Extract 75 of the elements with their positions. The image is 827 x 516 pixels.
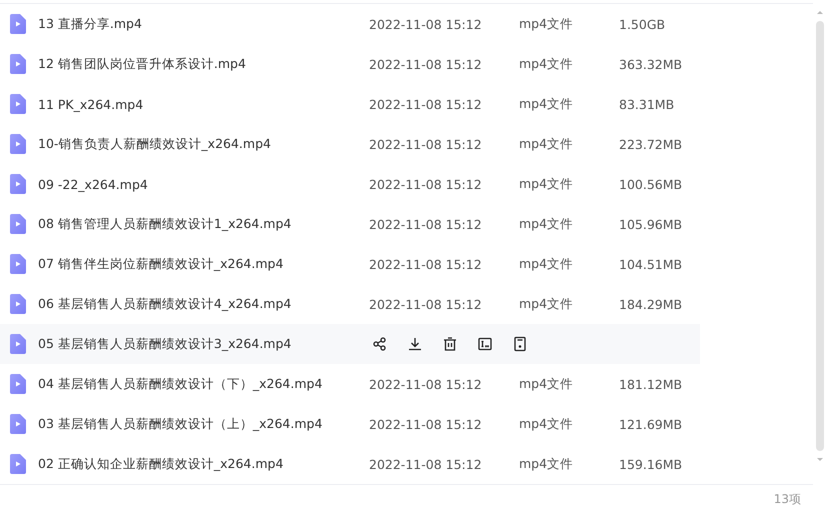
file-row[interactable]: 04 基层销售人员薪酬绩效设计（下）_x264.mp4 2022-11-08 15:12 mp4文件 181.12MB	[0, 364, 700, 404]
modified-date: 2022-11-08 15:12	[369, 376, 483, 392]
file-row[interactable]: 06 基层销售人员薪酬绩效设计4_x264.mp4 2022-11-08 15:12 mp4文件 184.29MB	[0, 284, 700, 324]
video-file-icon	[10, 54, 26, 74]
file-row[interactable]: 07 销售伴生岗位薪酬绩效设计_x264.mp4 2022-11-08 15:12 mp4文件 104.51MB	[0, 244, 700, 284]
video-file-icon	[10, 294, 26, 314]
file-size: 184.29MB	[619, 296, 682, 312]
download-icon	[407, 336, 423, 352]
file-row[interactable]: 09 -22_x264.mp4 2022-11-08 15:12 mp4文件 100.56MB	[0, 164, 700, 204]
file-type: mp4文件	[519, 16, 574, 32]
video-file-icon	[10, 454, 26, 474]
file-type: mp4文件	[519, 456, 574, 472]
file-size: 223.72MB	[619, 136, 682, 152]
video-file-icon	[10, 174, 26, 194]
file-name: 07 销售伴生岗位薪酬绩效设计_x264.mp4	[38, 256, 284, 272]
file-size: 121.69MB	[619, 416, 682, 432]
file-size: 363.32MB	[619, 56, 682, 72]
file-name: 06 基层销售人员薪酬绩效设计4_x264.mp4	[38, 296, 292, 312]
modified-date: 2022-11-08 15:12	[369, 176, 483, 192]
modified-date: 2022-11-08 15:12	[369, 216, 483, 232]
video-file-icon	[10, 374, 26, 394]
file-row[interactable]: 12 销售团队岗位晋升体系设计.mp4 2022-11-08 15:12 mp4文件 363.32MB	[0, 44, 700, 84]
file-name: 03 基层销售人员薪酬绩效设计（上）_x264.mp4	[38, 416, 324, 432]
file-row[interactable]: 11 PK_x264.mp4 2022-11-08 15:12 mp4文件 83.31MB	[0, 84, 700, 124]
video-file-icon	[10, 94, 26, 114]
file-name: 10-销售负责人薪酬绩效设计_x264.mp4	[38, 136, 272, 152]
video-file-icon	[10, 14, 26, 34]
file-size: 100.56MB	[619, 176, 682, 192]
file-size: 1.50GB	[619, 16, 666, 32]
modified-date: 2022-11-08 15:12	[369, 416, 483, 432]
file-row[interactable]: 08 销售管理人员薪酬绩效设计1_x264.mp4 2022-11-08 15:12 mp4文件 105.96MB	[0, 204, 700, 244]
file-row[interactable]: 05 基层销售人员薪酬绩效设计3_x264.mp4	[0, 324, 700, 364]
file-name: 12 销售团队岗位晋升体系设计.mp4	[38, 56, 247, 72]
file-name: 02 正确认知企业薪酬绩效设计_x264.mp4	[38, 456, 284, 472]
file-name: 08 销售管理人员薪酬绩效设计1_x264.mp4	[38, 216, 292, 232]
file-type: mp4文件	[519, 96, 574, 112]
file-size: 83.31MB	[619, 96, 674, 112]
file-row[interactable]: 10-销售负责人薪酬绩效设计_x264.mp4 2022-11-08 15:12 mp4文件 223.72MB	[0, 124, 700, 164]
video-file-icon	[10, 334, 26, 354]
file-name: 11 PK_x264.mp4	[38, 96, 144, 112]
file-size: 104.51MB	[619, 256, 682, 272]
modified-date: 2022-11-08 15:12	[369, 456, 483, 472]
rename-icon	[477, 336, 493, 352]
video-file-icon	[10, 414, 26, 434]
file-size: 181.12MB	[619, 376, 682, 392]
file-type: mp4文件	[519, 376, 574, 392]
modified-date: 2022-11-08 15:12	[369, 256, 483, 272]
file-type: mp4文件	[519, 136, 574, 152]
video-file-icon	[10, 134, 26, 154]
modified-date: 2022-11-08 15:12	[369, 296, 483, 312]
file-type: mp4文件	[519, 256, 574, 272]
file-size: 105.96MB	[619, 216, 682, 232]
file-row[interactable]: 13 直播分享.mp4 2022-11-08 15:12 mp4文件 1.50GB	[0, 4, 700, 44]
share-icon	[372, 336, 388, 352]
modified-date: 2022-11-08 15:12	[369, 136, 483, 152]
file-type: mp4文件	[519, 56, 574, 72]
document-icon	[512, 336, 528, 352]
file-name: 09 -22_x264.mp4	[38, 176, 149, 192]
file-type: mp4文件	[519, 296, 574, 312]
video-file-icon	[10, 214, 26, 234]
file-type: mp4文件	[519, 216, 574, 232]
file-name: 04 基层销售人员薪酬绩效设计（下）_x264.mp4	[38, 376, 324, 392]
modified-date: 2022-11-08 15:12	[369, 96, 483, 112]
modified-date: 2022-11-08 15:12	[369, 16, 483, 32]
video-file-icon	[10, 254, 26, 274]
modified-date: 2022-11-08 15:12	[369, 56, 483, 72]
file-name: 13 直播分享.mp4	[38, 16, 143, 32]
item-count: 13项	[774, 491, 801, 508]
file-type: mp4文件	[519, 176, 574, 192]
file-row[interactable]: 03 基层销售人员薪酬绩效设计（上）_x264.mp4 2022-11-08 15:12 mp4文件 121.69MB	[0, 404, 700, 444]
file-row[interactable]: 02 正确认知企业薪酬绩效设计_x264.mp4 2022-11-08 15:12 mp4文件 159.16MB	[0, 444, 700, 484]
file-size: 159.16MB	[619, 456, 682, 472]
file-type: mp4文件	[519, 416, 574, 432]
file-name: 05 基层销售人员薪酬绩效设计3_x264.mp4	[38, 336, 292, 352]
trash-icon	[442, 336, 458, 352]
